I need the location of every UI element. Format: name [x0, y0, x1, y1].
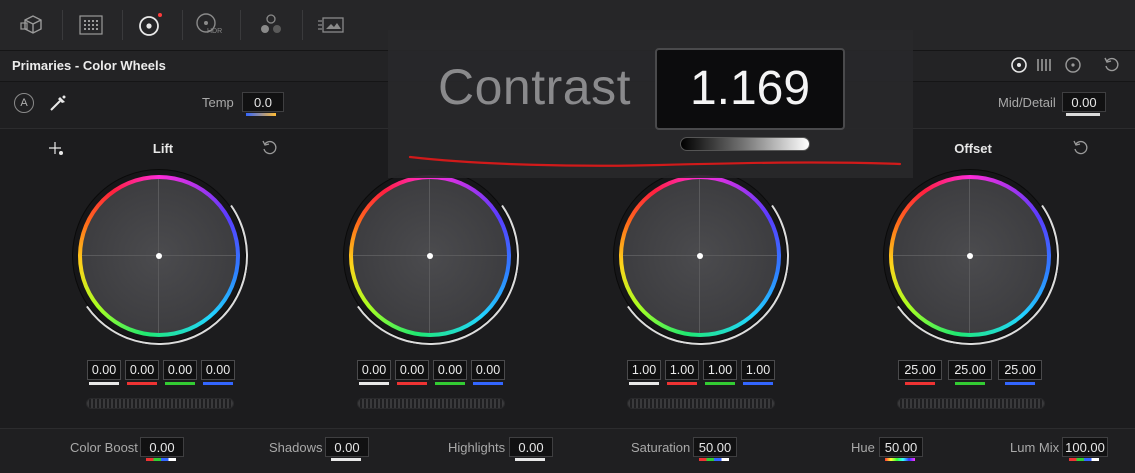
mid-detail-label: Mid/Detail — [998, 95, 1056, 110]
mid-detail-field[interactable]: 0.00 — [1062, 92, 1106, 112]
crosshair-icon[interactable] — [46, 140, 66, 158]
offset-b-underline — [1005, 382, 1035, 385]
lift-b-field[interactable]: 0.00 — [201, 360, 235, 380]
hue-field[interactable]: 50.00 — [879, 437, 923, 457]
offset-master-wheel[interactable] — [897, 398, 1045, 409]
offset-title: Offset — [954, 141, 992, 156]
color-boost-underline — [146, 458, 176, 461]
color-wheel-mode-icon[interactable] — [1008, 54, 1030, 76]
lift-b-underline — [203, 382, 233, 385]
offset-g-field[interactable]: 25.00 — [948, 360, 992, 380]
gamma-y-field[interactable]: 0.00 — [357, 360, 391, 380]
motion-effects-icon[interactable] — [315, 8, 349, 42]
contrast-label: Contrast — [438, 59, 631, 115]
hue-underline — [885, 458, 915, 461]
saturation-label: Saturation — [631, 440, 691, 455]
gamma-r-field[interactable]: 0.00 — [395, 360, 429, 380]
temp-gradient — [246, 113, 276, 116]
toolbar-divider — [122, 10, 123, 40]
toolbar-divider — [240, 10, 241, 40]
rgb-mixer-icon[interactable] — [254, 8, 288, 42]
saturation-field[interactable]: 50.00 — [693, 437, 737, 457]
gain-b-underline — [743, 382, 773, 385]
hue-label: Hue — [851, 440, 875, 455]
gamma-g-underline — [435, 382, 465, 385]
lum-mix-field[interactable]: 100.00 — [1062, 437, 1108, 457]
bars-mode-icon[interactable] — [1034, 54, 1056, 76]
annotation-underline — [408, 155, 902, 167]
color-boost-label: Color Boost — [70, 440, 138, 455]
offset-r-underline — [905, 382, 935, 385]
hdr-wheel-icon[interactable]: HDR — [193, 8, 227, 42]
shadows-field[interactable]: 0.00 — [325, 437, 369, 457]
lift-y-underline — [89, 382, 119, 385]
lum-mix-underline — [1069, 458, 1099, 461]
mid-detail-underline — [1066, 113, 1100, 116]
gain-y-field[interactable]: 1.00 — [627, 360, 661, 380]
lift-r-underline — [127, 382, 157, 385]
toolbar-divider — [62, 10, 63, 40]
auto-balance-button[interactable]: A — [14, 93, 34, 113]
temp-field[interactable]: 0.0 — [242, 92, 284, 112]
toolbar-divider — [302, 10, 303, 40]
eyedropper-icon[interactable] — [48, 93, 70, 113]
gain-wheel[interactable] — [596, 152, 804, 360]
lum-mix-label: Lum Mix — [1010, 440, 1060, 455]
gamma-b-field[interactable]: 0.00 — [471, 360, 505, 380]
panel-title: Primaries - Color Wheels — [12, 58, 166, 73]
gamma-y-underline — [359, 382, 389, 385]
gain-r-underline — [667, 382, 697, 385]
offset-b-field[interactable]: 25.00 — [998, 360, 1042, 380]
highlights-label: Highlights — [448, 440, 506, 455]
gain-b-field[interactable]: 1.00 — [741, 360, 775, 380]
lift-master-wheel[interactable] — [86, 398, 234, 409]
reset-all-icon[interactable] — [1102, 55, 1122, 75]
shadows-label: Shadows — [269, 440, 323, 455]
temp-label: Temp — [202, 95, 234, 110]
saturation-underline — [699, 458, 729, 461]
hdr-label: HDR — [207, 28, 223, 35]
color-wheel-icon[interactable] — [133, 8, 167, 42]
lift-wheel[interactable] — [55, 152, 263, 360]
lift-r-field[interactable]: 0.00 — [125, 360, 159, 380]
log-wheel-mode-icon[interactable] — [1062, 54, 1084, 76]
gamma-b-underline — [473, 382, 503, 385]
grid-icon[interactable] — [74, 8, 108, 42]
offset-wheel[interactable] — [866, 152, 1074, 360]
gain-r-field[interactable]: 1.00 — [665, 360, 699, 380]
gain-y-underline — [629, 382, 659, 385]
gamma-g-field[interactable]: 0.00 — [433, 360, 467, 380]
highlights-field[interactable]: 0.00 — [509, 437, 553, 457]
color-boost-field[interactable]: 0.00 — [140, 437, 184, 457]
gamma-r-underline — [397, 382, 427, 385]
3d-cube-icon[interactable] — [16, 8, 50, 42]
offset-r-field[interactable]: 25.00 — [898, 360, 942, 380]
contrast-field[interactable]: 1.169 — [655, 48, 845, 130]
offset-reset-icon[interactable] — [1071, 139, 1091, 157]
lift-y-field[interactable]: 0.00 — [87, 360, 121, 380]
lift-title: Lift — [152, 141, 174, 156]
gamma-wheel[interactable] — [326, 152, 534, 360]
gain-g-field[interactable]: 1.00 — [703, 360, 737, 380]
highlights-underline — [515, 458, 545, 461]
lift-g-field[interactable]: 0.00 — [163, 360, 197, 380]
shadows-underline — [331, 458, 361, 461]
offset-g-underline — [955, 382, 985, 385]
gain-g-underline — [705, 382, 735, 385]
lift-g-underline — [165, 382, 195, 385]
gain-master-wheel[interactable] — [627, 398, 775, 409]
toolbar-divider — [182, 10, 183, 40]
gamma-master-wheel[interactable] — [357, 398, 505, 409]
lift-reset-icon[interactable] — [260, 139, 280, 157]
